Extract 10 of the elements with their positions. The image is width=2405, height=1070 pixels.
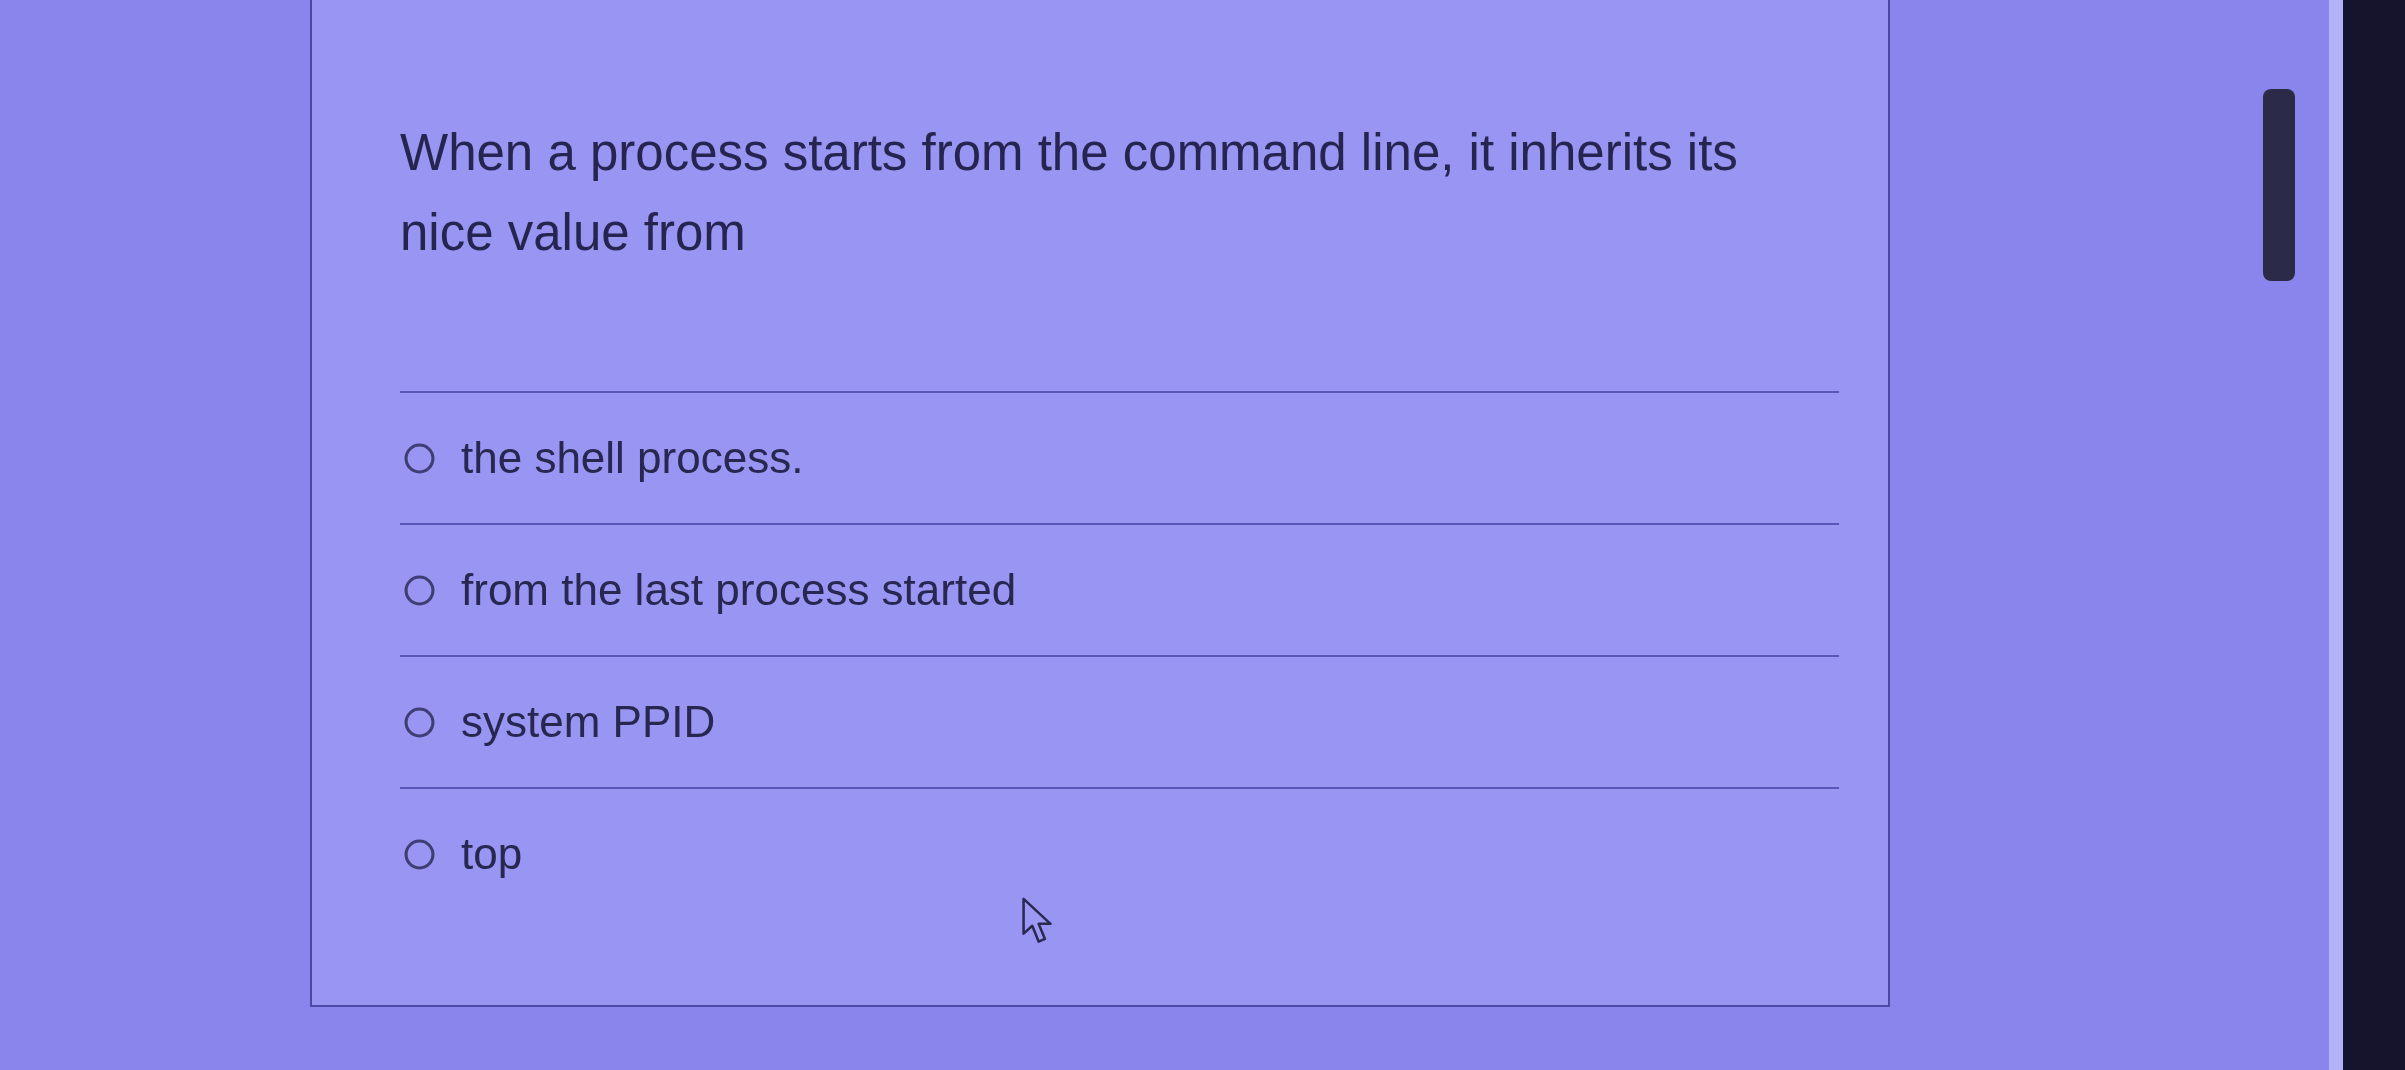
radio-button[interactable] — [404, 574, 435, 606]
radio-button[interactable] — [404, 442, 435, 474]
radio-button[interactable] — [404, 706, 435, 738]
option-label[interactable]: top — [461, 821, 523, 887]
option-label[interactable]: the shell process. — [461, 425, 804, 491]
radio-button[interactable] — [404, 838, 435, 870]
option-label[interactable]: from the last process started — [461, 557, 1017, 623]
question-text: When a process starts from the command line, it inherits its nice value from — [400, 123, 1739, 263]
option-label[interactable]: system PPID — [461, 689, 716, 755]
scrollbar-thumb[interactable] — [2263, 89, 2295, 281]
